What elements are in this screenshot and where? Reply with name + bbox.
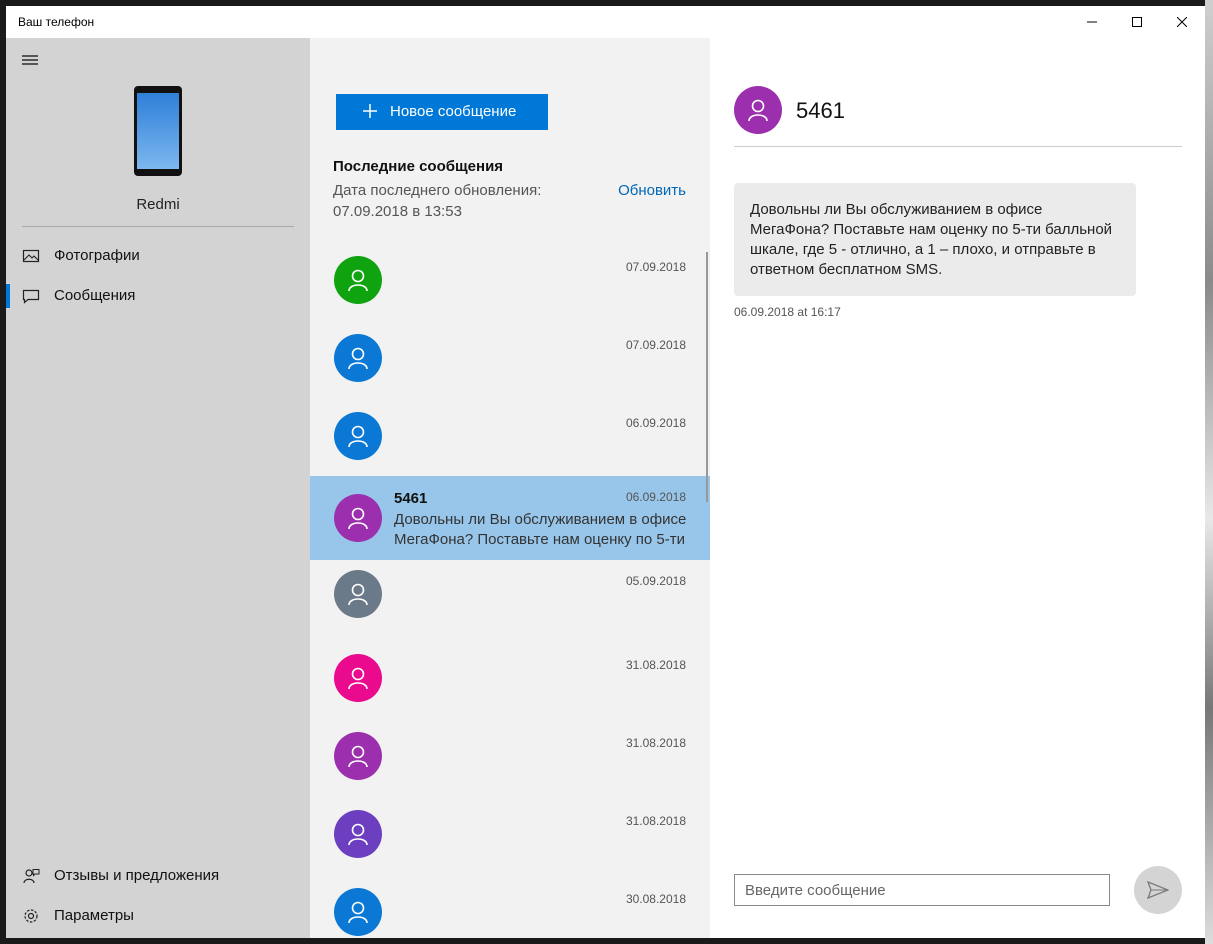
person-icon <box>348 745 368 768</box>
conversation-date: 07.09.2018 <box>625 260 686 274</box>
app-window: Ваш телефон Redmi Фотографии Сообщения О… <box>6 6 1205 938</box>
nav-item-settings[interactable]: Параметры <box>6 898 310 934</box>
message-bubble: Довольны ли Вы обслуживанием в офисе Мег… <box>734 183 1136 296</box>
nav-item-label: Сообщения <box>54 287 136 304</box>
conversation-date: 05.09.2018 <box>625 574 686 588</box>
divider <box>734 146 1182 147</box>
conversation-date: 31.08.2018 <box>625 814 686 828</box>
conversation-date: 07.09.2018 <box>625 338 686 352</box>
person-icon <box>348 347 368 370</box>
conversation-item[interactable]: 31.08.2018 <box>310 800 710 884</box>
conversation-detail: 5461 Довольны ли Вы обслуживанием в офис… <box>710 38 1205 938</box>
divider <box>22 226 294 227</box>
person-icon <box>348 583 368 606</box>
new-message-label: Новое сообщение <box>390 103 517 120</box>
selection-indicator <box>6 284 10 308</box>
person-icon <box>348 269 368 292</box>
feedback-icon <box>23 869 40 884</box>
avatar <box>334 256 382 304</box>
conversation-date: 06.09.2018 <box>625 490 686 504</box>
message-input[interactable]: Введите сообщение <box>734 874 1110 906</box>
conversation-preview: Довольны ли Вы обслуживанием в офисе Мег… <box>394 511 687 548</box>
message-timestamp: 06.09.2018 at 16:17 <box>734 305 841 319</box>
conversation-item[interactable]: 05.09.2018 <box>310 560 710 644</box>
scrollbar[interactable] <box>706 252 708 502</box>
conversation-item[interactable]: 06.09.2018 <box>310 402 710 486</box>
avatar <box>334 810 382 858</box>
title-bar: Ваш телефон <box>6 6 1205 38</box>
conversation-date: 06.09.2018 <box>625 416 686 430</box>
avatar <box>334 494 382 542</box>
avatar <box>334 888 382 936</box>
conversation-list-pane: Новое сообщение Последние сообщения Дата… <box>310 38 710 938</box>
person-icon <box>348 823 368 846</box>
nav-item-feedback[interactable]: Отзывы и предложения <box>6 858 310 894</box>
device-name: Redmi <box>136 196 180 213</box>
refresh-link[interactable]: Обновить <box>618 182 686 199</box>
nav-item-label: Фотографии <box>54 247 140 264</box>
conversation-item[interactable]: 31.08.2018 <box>310 644 710 728</box>
close-icon <box>1177 17 1187 27</box>
send-button[interactable] <box>1134 866 1182 914</box>
avatar <box>334 334 382 382</box>
sidebar: Redmi Фотографии Сообщения Отзывы и пред… <box>6 38 310 938</box>
nav-item-label: Отзывы и предложения <box>54 867 220 884</box>
maximize-button[interactable] <box>1114 6 1160 38</box>
conversation-name: 5461 <box>394 490 428 507</box>
contact-name: 5461 <box>796 98 845 123</box>
settings-gear-icon <box>24 909 38 923</box>
person-icon <box>348 425 368 448</box>
conversation-item[interactable]: 07.09.2018 <box>310 324 710 408</box>
conversation-date: 31.08.2018 <box>625 736 686 750</box>
window-title: Ваш телефон <box>18 15 95 29</box>
conversation-item[interactable]: 31.08.2018 <box>310 722 710 806</box>
photo-icon <box>22 249 40 263</box>
avatar <box>334 412 382 460</box>
recent-messages-heading: Последние сообщения <box>333 158 504 175</box>
avatar <box>734 86 782 134</box>
person-icon <box>348 667 368 690</box>
person-icon <box>348 901 368 924</box>
send-icon <box>1147 881 1169 899</box>
nav-item-messages[interactable]: Сообщения <box>6 278 310 314</box>
desktop-background <box>1205 0 1213 944</box>
maximize-icon <box>1132 17 1142 27</box>
minimize-button[interactable] <box>1069 6 1115 38</box>
last-updated-label: Дата последнего обновления: <box>333 182 542 199</box>
conversation-item[interactable]: 30.08.2018 <box>310 878 710 938</box>
avatar <box>334 570 382 618</box>
close-button[interactable] <box>1159 6 1205 38</box>
last-updated-date: 07.09.2018 в 13:53 <box>333 203 462 220</box>
conversation-item[interactable]: 06.09.2018 5461 Довольны ли Вы обслуживани… <box>310 476 710 560</box>
avatar <box>334 732 382 780</box>
phone-image <box>134 86 182 176</box>
conversation-date: 30.08.2018 <box>625 892 686 906</box>
new-message-button[interactable]: Новое сообщение <box>336 94 548 130</box>
avatar <box>334 654 382 702</box>
person-icon <box>348 507 368 530</box>
message-icon <box>22 289 40 304</box>
conversation-item[interactable]: 07.09.2018 <box>310 246 710 330</box>
message-input-placeholder: Введите сообщение <box>745 882 886 899</box>
conversation-date: 31.08.2018 <box>625 658 686 672</box>
plus-icon <box>363 104 377 118</box>
minimize-icon <box>1087 21 1097 23</box>
person-icon <box>748 99 768 122</box>
nav-item-photos[interactable]: Фотографии <box>6 238 310 274</box>
hamburger-menu-icon[interactable] <box>20 52 40 68</box>
nav-item-label: Параметры <box>54 907 134 924</box>
